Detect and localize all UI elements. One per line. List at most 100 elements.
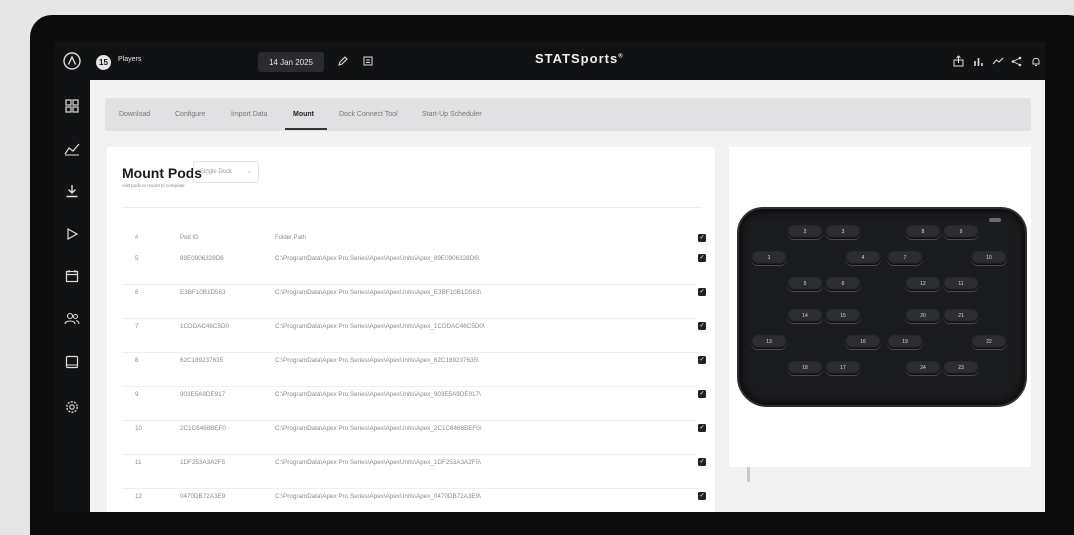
mount-pods-panel: Mount Pods Add pods to mount to computer… bbox=[107, 147, 750, 512]
pod-checkbox[interactable]: ✓ bbox=[698, 424, 706, 432]
tab-bar: Download Configure Import Data Mount Doc… bbox=[105, 98, 1031, 131]
calendar-icon[interactable] bbox=[60, 264, 84, 288]
pod-slot: 18 bbox=[787, 361, 823, 375]
row-number: 11 bbox=[135, 459, 142, 466]
pencil-icon[interactable] bbox=[335, 53, 351, 69]
pod-slot: 21 bbox=[943, 309, 979, 323]
row-number: 8 bbox=[135, 357, 139, 364]
pod-slot: 7 bbox=[887, 251, 923, 265]
pod-slot: 24 bbox=[905, 361, 941, 375]
pod-checkbox[interactable]: ✓ bbox=[698, 458, 706, 466]
folder-path: C:\ProgramData\Apex Pro Series\Apex\Apex… bbox=[275, 425, 482, 432]
tab-import-data[interactable]: Import Data bbox=[231, 111, 268, 118]
pod-slot: 17 bbox=[825, 361, 861, 375]
pod-checkbox[interactable]: ✓ bbox=[698, 492, 706, 500]
pod-id: 2C1C6468BEF0 bbox=[180, 425, 226, 432]
pod-slot: 14 bbox=[787, 309, 823, 323]
players-count-badge: 15 bbox=[96, 55, 111, 70]
folder-path: C:\ProgramData\Apex Pro Series\Apex\Apex… bbox=[275, 493, 481, 500]
app-screen: 15 Players 14 Jan 2025 STATSports® Downl… bbox=[55, 42, 1045, 512]
dashboard-icon[interactable] bbox=[60, 94, 84, 118]
dock-preview-panel: 1 2 3 4 5 6 7 8 9 10 11 12 13 14 15 16 17 18 19 20 21 22 23 24 bbox=[729, 147, 1031, 467]
pod-id: 1DF253A3A2F5 bbox=[180, 459, 226, 466]
dock-image: 1 2 3 4 5 6 7 8 9 10 11 12 13 14 15 16 17 18 19 20 21 22 23 24 bbox=[737, 207, 1027, 407]
tab-start-up-scheduler[interactable]: Start-Up Scheduler bbox=[422, 111, 482, 118]
table-row[interactable]: 10 2C1C6468BEF0 C:\ProgramData\Apex Pro Se… bbox=[122, 421, 706, 455]
select-all-checkbox[interactable]: ✓ bbox=[698, 234, 706, 242]
pod-id: E3BF10B1D563 bbox=[180, 289, 226, 296]
table-row[interactable]: 8 62C189237635 C:\ProgramData\Apex Pro Ser… bbox=[122, 353, 706, 387]
logo-icon[interactable] bbox=[60, 49, 84, 73]
pod-checkbox[interactable]: ✓ bbox=[698, 254, 706, 262]
tab-mount[interactable]: Mount bbox=[293, 111, 314, 118]
table-row[interactable]: 6 E3BF10B1D563 C:\ProgramData\Apex Pro Ser… bbox=[122, 285, 706, 319]
share-nodes-icon[interactable] bbox=[1008, 53, 1024, 69]
divider bbox=[122, 207, 702, 208]
pod-slot: 22 bbox=[971, 335, 1007, 349]
pod-slot: 1 bbox=[751, 251, 787, 265]
trend-icon[interactable] bbox=[990, 53, 1006, 69]
table-row[interactable]: 7 1CDDAC46C5D0 C:\ProgramData\Apex Pro Ser… bbox=[122, 319, 706, 353]
brand-logo: STATSports® bbox=[535, 51, 624, 66]
row-number: 12 bbox=[135, 493, 143, 500]
pod-slot: 6 bbox=[825, 277, 861, 291]
row-number: 7 bbox=[135, 323, 139, 330]
pod-slot: 23 bbox=[943, 361, 979, 375]
folder-path: C:\ProgramData\Apex Pro Series\Apex\Apex… bbox=[275, 289, 482, 296]
date-picker[interactable]: 14 Jan 2025 bbox=[258, 52, 324, 72]
page-title: Mount Pods bbox=[122, 165, 203, 181]
pod-slot: 3 bbox=[825, 225, 861, 239]
pod-slot: 15 bbox=[825, 309, 861, 323]
pod-slot: 13 bbox=[751, 335, 787, 349]
pod-slot: 9 bbox=[943, 225, 979, 239]
folder-path: C:\ProgramData\Apex Pro Series\Apex\Apex… bbox=[275, 255, 480, 262]
players-label[interactable]: Players bbox=[118, 56, 141, 63]
pod-checkbox[interactable]: ✓ bbox=[698, 356, 706, 364]
bar-chart-icon[interactable] bbox=[970, 53, 986, 69]
bell-icon[interactable] bbox=[1028, 53, 1044, 69]
column-header-number: # bbox=[135, 235, 139, 241]
download-icon[interactable] bbox=[60, 179, 84, 203]
analytics-icon[interactable] bbox=[60, 137, 84, 161]
folder-path: C:\ProgramData\Apex Pro Series\Apex\Apex… bbox=[275, 391, 481, 398]
pod-slot: 2 bbox=[787, 225, 823, 239]
pod-slot: 16 bbox=[845, 335, 881, 349]
column-header-folder-path: Folder Path bbox=[275, 235, 307, 241]
pod-checkbox[interactable]: ✓ bbox=[698, 322, 706, 330]
pod-slot: 19 bbox=[887, 335, 923, 349]
table-row[interactable]: 12 0470DB72A3E9 C:\ProgramData\Apex Pro Se… bbox=[122, 489, 706, 512]
calculator-icon[interactable] bbox=[360, 53, 376, 69]
dock-mode-select[interactable]: Single Dock ⌄ bbox=[193, 161, 259, 183]
pod-slot: 12 bbox=[905, 277, 941, 291]
pod-slot: 8 bbox=[905, 225, 941, 239]
tab-dock-connect-tool[interactable]: Dock Connect Tool bbox=[339, 111, 398, 118]
play-icon[interactable] bbox=[60, 222, 84, 246]
players-icon[interactable] bbox=[60, 307, 84, 331]
table-row[interactable]: 11 1DF253A3A2F5 C:\ProgramData\Apex Pro Se… bbox=[122, 455, 706, 489]
settings-icon[interactable] bbox=[60, 395, 84, 419]
table-row[interactable]: 9 903E5A9DE917 C:\ProgramData\Apex Pro Ser… bbox=[122, 387, 706, 421]
folder-path: C:\ProgramData\Apex Pro Series\Apex\Apex… bbox=[275, 459, 481, 466]
share-icon[interactable] bbox=[950, 53, 966, 69]
tab-download[interactable]: Download bbox=[119, 111, 150, 118]
sidebar bbox=[55, 42, 90, 512]
dock-status-led bbox=[989, 218, 1001, 222]
pod-slot: 20 bbox=[905, 309, 941, 323]
active-tab-indicator bbox=[285, 128, 327, 130]
chevron-down-icon: ⌄ bbox=[246, 169, 252, 175]
pod-slot: 4 bbox=[845, 251, 881, 265]
column-header-pod-id: Pod ID bbox=[180, 235, 199, 241]
tab-configure[interactable]: Configure bbox=[175, 111, 205, 118]
top-bar: 15 Players 14 Jan 2025 STATSports® bbox=[90, 42, 1045, 80]
folder-path: C:\ProgramData\Apex Pro Series\Apex\Apex… bbox=[275, 323, 485, 330]
tablet-icon[interactable] bbox=[60, 350, 84, 374]
pod-id: 62C189237635 bbox=[180, 357, 224, 364]
folder-path: C:\ProgramData\Apex Pro Series\Apex\Apex… bbox=[275, 357, 479, 364]
pod-checkbox[interactable]: ✓ bbox=[698, 288, 706, 296]
table-row[interactable]: 5 89E0906328D6 C:\ProgramData\Apex Pro Ser… bbox=[122, 251, 706, 285]
pod-slot: 11 bbox=[943, 277, 979, 291]
pod-checkbox[interactable]: ✓ bbox=[698, 390, 706, 398]
row-number: 9 bbox=[135, 391, 139, 398]
pod-id: 89E0906328D6 bbox=[180, 255, 224, 262]
row-number: 5 bbox=[135, 255, 139, 262]
